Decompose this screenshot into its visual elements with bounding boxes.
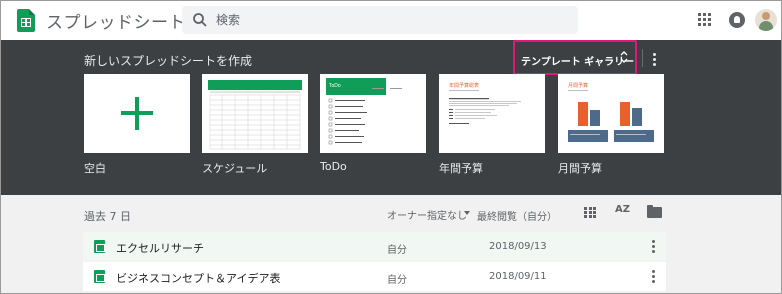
recent-heading: 過去 7 日: [84, 210, 131, 223]
sort-az-icon[interactable]: AZ: [615, 204, 630, 215]
template-section: 新しいスプレッドシートを作成 テンプレート ギャラリー 空白 スケジュール To…: [1, 40, 781, 195]
more-options-icon[interactable]: [653, 53, 657, 67]
dropdown-arrow-icon[interactable]: [464, 211, 470, 215]
file-date: 2018/09/11: [489, 271, 547, 282]
sheets-file-icon: [94, 240, 105, 253]
file-owner: 自分: [387, 275, 407, 286]
template-thumb-schedule[interactable]: [202, 74, 308, 153]
sort-label[interactable]: 最終閲覧（自分）: [477, 208, 557, 223]
owner-filter-dropdown[interactable]: オーナー指定なし: [387, 207, 467, 222]
template-card-monthly-budget[interactable]: 月間予算 月間予算: [558, 74, 664, 175]
sheets-logo-icon[interactable]: [17, 9, 35, 32]
annual-thumb-title: 年間予算総表: [449, 82, 479, 89]
sheets-file-icon: [94, 270, 105, 283]
template-card-todo[interactable]: ToDo ToDo: [320, 74, 426, 173]
divider: [642, 49, 643, 67]
grid-view-icon[interactable]: [584, 207, 596, 218]
search-bar[interactable]: [182, 6, 578, 34]
apps-grid-icon[interactable]: [698, 13, 712, 27]
more-options-icon[interactable]: [652, 240, 656, 254]
file-row[interactable]: エクセルリサーチ 自分 2018/09/13: [83, 232, 666, 261]
app-title[interactable]: スプレッドシート: [46, 8, 186, 33]
unfold-icon: [620, 51, 628, 63]
template-gallery-label: テンプレート ギャラリー: [521, 57, 635, 68]
folder-icon[interactable]: [647, 205, 662, 218]
template-card-schedule[interactable]: スケジュール: [202, 74, 308, 175]
file-owner: 自分: [387, 245, 407, 256]
template-thumb-blank[interactable]: [84, 74, 190, 153]
app-frame: スプレッドシート 新しいスプレッドシートを作成 テンプレート ギャラリー: [0, 0, 782, 294]
avatar[interactable]: [755, 9, 777, 31]
template-card-annual-budget[interactable]: 年間予算総表 年間予算: [439, 74, 545, 175]
top-bar: スプレッドシート: [1, 1, 781, 40]
template-label: 年間予算: [439, 162, 483, 175]
template-card-blank[interactable]: 空白: [84, 74, 190, 175]
template-label: ToDo: [320, 160, 347, 173]
monthly-thumb-title: 月間予算: [568, 82, 588, 89]
template-gallery-button[interactable]: テンプレート ギャラリー: [513, 40, 637, 75]
more-options-icon[interactable]: [652, 270, 656, 284]
file-row[interactable]: ビジネスコンセプト＆アイデア表 自分 2018/09/11: [83, 262, 666, 291]
template-thumb-annual-budget[interactable]: 年間予算総表: [439, 74, 545, 153]
file-name: ビジネスコンセプト＆アイデア表: [116, 272, 281, 285]
template-thumb-todo[interactable]: ToDo: [320, 74, 426, 153]
template-label: 空白: [84, 162, 106, 175]
template-label: 月間予算: [558, 162, 602, 175]
template-label: スケジュール: [202, 162, 268, 175]
search-input[interactable]: [216, 10, 556, 30]
todo-thumb-title: ToDo: [329, 83, 341, 89]
template-thumb-monthly-budget[interactable]: 月間予算: [558, 74, 664, 153]
search-icon[interactable]: [192, 12, 208, 28]
file-date: 2018/09/13: [489, 241, 547, 252]
notifications-icon[interactable]: [729, 12, 745, 28]
template-heading: 新しいスプレッドシートを作成: [84, 54, 253, 68]
file-name: エクセルリサーチ: [116, 242, 204, 255]
